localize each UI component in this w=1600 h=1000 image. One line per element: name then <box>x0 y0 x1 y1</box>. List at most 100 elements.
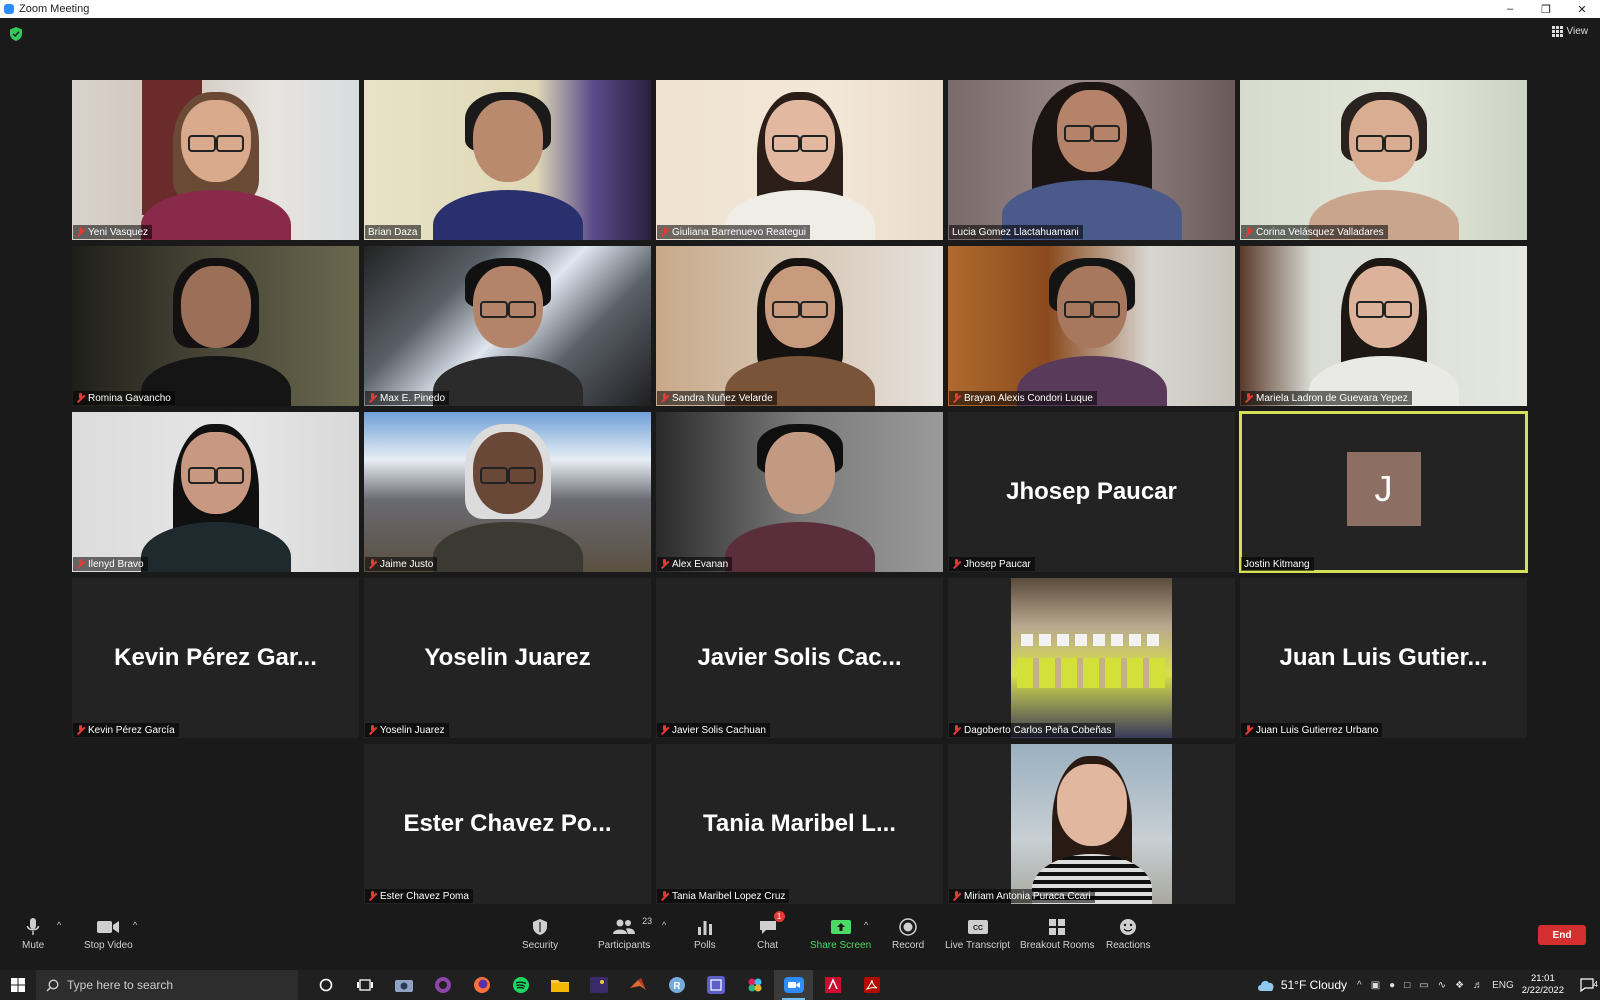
participant-name-label: Jaime Justo <box>365 557 438 571</box>
security-shield-icon <box>533 919 548 935</box>
share-screen-icon <box>830 920 851 934</box>
taskbar-search-box[interactable]: Type here to search <box>36 970 298 1000</box>
participant-name-label: Alex Evanan <box>657 557 733 571</box>
taskbar-clock[interactable]: 21:01 2/22/2022 <box>1522 973 1564 997</box>
screen-capture-icon[interactable]: □ <box>1404 980 1410 991</box>
mic-muted-icon <box>368 725 377 735</box>
photo-app-icon[interactable] <box>579 970 618 1000</box>
participant-tile[interactable]: Miriam Antonia Puraca Ccari <box>948 744 1235 904</box>
battery-icon[interactable]: ▭ <box>1419 980 1428 991</box>
mic-muted-icon <box>952 891 961 901</box>
participant-tile[interactable]: Brayan Alexis Condori Luque <box>948 246 1235 406</box>
weather-widget[interactable]: 51°F Cloudy <box>1257 978 1347 992</box>
mic-muted-icon <box>660 393 669 403</box>
participants-caret-icon[interactable]: ^ <box>662 920 666 930</box>
participant-tile[interactable]: Kevin Pérez Gar... Kevin Pérez García <box>72 578 359 738</box>
zoom-taskbar-icon[interactable] <box>774 970 813 1000</box>
security-button[interactable]: Security <box>522 914 558 964</box>
r-studio-icon[interactable]: R <box>657 970 696 1000</box>
cloud-icon <box>1257 980 1274 991</box>
participant-tile[interactable]: Jaime Justo <box>364 412 651 572</box>
clock-date: 2/22/2022 <box>1521 985 1564 996</box>
camera-app-icon[interactable] <box>384 970 423 1000</box>
input-language[interactable]: ENG <box>1492 980 1514 991</box>
participant-tile[interactable]: Romina Gavancho <box>72 246 359 406</box>
maximize-button[interactable]: ❐ <box>1528 0 1564 18</box>
window-title: Zoom Meeting <box>19 3 90 15</box>
participant-tile[interactable]: Max E. Pinedo <box>364 246 651 406</box>
cortana-circle-icon[interactable] <box>306 970 345 1000</box>
autocad-icon[interactable] <box>813 970 852 1000</box>
share-screen-button[interactable]: Share Screen <box>810 914 871 964</box>
matlab-icon[interactable] <box>618 970 657 1000</box>
participant-name-label: Corina Velásquez Valladares <box>1241 225 1388 239</box>
participant-tile[interactable]: Yoselin Juarez Yoselin Juarez <box>364 578 651 738</box>
stop-video-button[interactable]: Stop Video <box>84 914 133 964</box>
breakout-rooms-button[interactable]: Breakout Rooms <box>1020 914 1094 964</box>
participant-name-label: Romina Gavancho <box>73 391 175 405</box>
file-explorer-icon[interactable] <box>540 970 579 1000</box>
slack-icon[interactable] <box>735 970 774 1000</box>
participants-button[interactable]: 23 Participants <box>598 914 652 964</box>
mute-button[interactable]: Mute <box>22 914 44 964</box>
close-button[interactable]: ✕ <box>1564 0 1600 18</box>
meet-now-icon[interactable]: ▣ <box>1371 980 1380 991</box>
view-button[interactable]: View <box>1551 26 1588 37</box>
microphone-tray-icon[interactable]: ● <box>1389 980 1395 991</box>
audio-options-caret-icon[interactable]: ^ <box>57 920 61 930</box>
participant-name-label: Juan Luis Gutierrez Urbano <box>1241 723 1383 737</box>
participant-name-label: Yeni Vasquez <box>73 225 153 239</box>
participant-tile[interactable]: Ester Chavez Po... Ester Chavez Poma <box>364 744 651 904</box>
video-options-caret-icon[interactable]: ^ <box>133 920 137 930</box>
dropbox-icon[interactable]: ❖ <box>1455 980 1464 991</box>
participant-tile[interactable]: Mariela Ladron de Guevara Yepez <box>1240 246 1527 406</box>
closed-caption-icon: CC <box>967 920 988 934</box>
participant-tile[interactable]: Javier Solis Cac... Javier Solis Cachuan <box>656 578 943 738</box>
participant-name-label: Miriam Antonia Puraca Ccari <box>949 889 1095 903</box>
participant-tile[interactable]: Lucia Gomez Llactahuamani <box>948 80 1235 240</box>
participant-tile[interactable]: Giuliana Barrenuevo Reategui <box>656 80 943 240</box>
zoom-app-icon <box>4 4 14 14</box>
end-meeting-button[interactable]: End <box>1538 925 1586 945</box>
encryption-shield-icon[interactable] <box>10 27 22 41</box>
participant-tile[interactable]: Dagoberto Carlos Peña Cobeñas <box>948 578 1235 738</box>
task-view-icon[interactable] <box>345 970 384 1000</box>
mic-muted-icon <box>660 559 669 569</box>
acrobat-reader-icon[interactable] <box>852 970 891 1000</box>
windows-taskbar: Type here to search R 51°F Cloudy ^ ▣ ● … <box>0 970 1600 1000</box>
firefox-icon[interactable] <box>462 970 501 1000</box>
participant-display-name: Javier Solis Cac... <box>697 644 902 671</box>
live-transcript-button[interactable]: CC Live Transcript <box>945 914 1010 964</box>
participant-tile[interactable]: Juan Luis Gutier... Juan Luis Gutierrez … <box>1240 578 1527 738</box>
polls-button[interactable]: Polls <box>694 914 716 964</box>
participant-tile[interactable]: Tania Maribel L... Tania Maribel Lopez C… <box>656 744 943 904</box>
mic-muted-icon <box>660 891 669 901</box>
participant-tile[interactable]: Jhosep Paucar Jhosep Paucar <box>948 412 1235 572</box>
windows-start-button[interactable] <box>0 970 36 1000</box>
minimize-button[interactable]: – <box>1492 0 1528 18</box>
record-button[interactable]: Record <box>892 914 924 964</box>
app-grid-icon[interactable] <box>696 970 735 1000</box>
volume-icon[interactable]: ♬ <box>1473 980 1483 991</box>
participant-display-name: Kevin Pérez Gar... <box>114 644 317 671</box>
participant-display-name: Yoselin Juarez <box>424 644 591 671</box>
mic-muted-icon <box>368 559 377 569</box>
participant-tile[interactable]: Sandra Nuñez Velarde <box>656 246 943 406</box>
window-titlebar: Zoom Meeting – ❐ ✕ <box>0 0 1600 18</box>
participant-tile-active-speaker[interactable]: J Jostin Kitmang <box>1239 411 1528 573</box>
chat-button[interactable]: 1 Chat <box>757 911 785 964</box>
github-desktop-icon[interactable] <box>423 970 462 1000</box>
participant-name-label: Lucia Gomez Llactahuamani <box>949 225 1083 239</box>
share-screen-caret-icon[interactable]: ^ <box>864 920 868 930</box>
participant-tile[interactable]: Yeni Vasquez <box>72 80 359 240</box>
clock-time: 21:01 <box>1530 973 1555 984</box>
show-hidden-icons-chevron-icon[interactable]: ^ <box>1357 980 1362 991</box>
spotify-icon[interactable] <box>501 970 540 1000</box>
wifi-icon[interactable]: ∿ <box>1438 980 1446 991</box>
participant-tile[interactable]: Ilenyd Bravo <box>72 412 359 572</box>
action-center-button[interactable]: 4 <box>1574 978 1600 992</box>
reactions-button[interactable]: Reactions <box>1106 914 1150 964</box>
participant-tile[interactable]: Corina Velásquez Valladares <box>1240 80 1527 240</box>
participant-tile[interactable]: Brian Daza <box>364 80 651 240</box>
participant-tile[interactable]: Alex Evanan <box>656 412 943 572</box>
